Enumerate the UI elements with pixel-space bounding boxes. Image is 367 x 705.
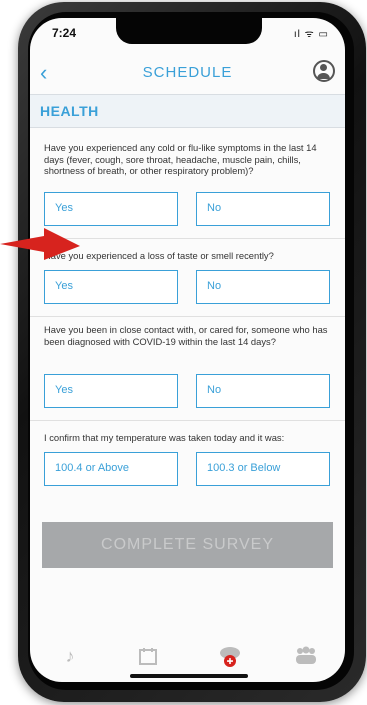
- question-text: Have you been in close contact with, or …: [44, 324, 328, 347]
- home-indicator: [130, 674, 248, 678]
- option-no[interactable]: No: [196, 374, 330, 408]
- divider: [30, 420, 345, 421]
- status-time: 7:24: [52, 26, 77, 40]
- svg-text:✚: ✚: [227, 657, 234, 666]
- option-yes[interactable]: Yes: [44, 270, 178, 304]
- option-above[interactable]: 100.4 or Above: [44, 452, 178, 486]
- divider: [30, 316, 345, 317]
- group-icon[interactable]: [292, 642, 320, 670]
- health-badge-icon[interactable]: ✚: [216, 642, 244, 670]
- question-text: I confirm that my temperature was taken …: [44, 432, 285, 443]
- question-text: Have you experienced a loss of taste or …: [44, 250, 274, 261]
- notch: [116, 18, 262, 44]
- page-title: SCHEDULE: [142, 64, 233, 81]
- option-yes[interactable]: Yes: [44, 192, 178, 226]
- option-yes[interactable]: Yes: [44, 374, 178, 408]
- question-text: Have you experienced any cold or flu-lik…: [44, 142, 317, 176]
- app-screen: 7:24 ıl ᯤ ▭ ‹ SCHEDULE HEALTH Have you e…: [30, 18, 345, 682]
- section-header: HEALTH: [30, 94, 345, 128]
- music-note-icon[interactable]: ♪: [56, 642, 84, 670]
- option-below[interactable]: 100.3 or Below: [196, 452, 330, 486]
- option-no[interactable]: No: [196, 270, 330, 304]
- profile-icon[interactable]: [313, 60, 335, 82]
- option-no[interactable]: No: [196, 192, 330, 226]
- calendar-icon[interactable]: [134, 642, 162, 670]
- annotation-arrow: [0, 228, 80, 260]
- status-icons: ıl ᯤ ▭: [293, 29, 329, 40]
- nav-bar: ‹ SCHEDULE: [30, 54, 345, 94]
- complete-survey-button[interactable]: COMPLETE SURVEY: [42, 522, 333, 568]
- section-title: HEALTH: [40, 103, 99, 119]
